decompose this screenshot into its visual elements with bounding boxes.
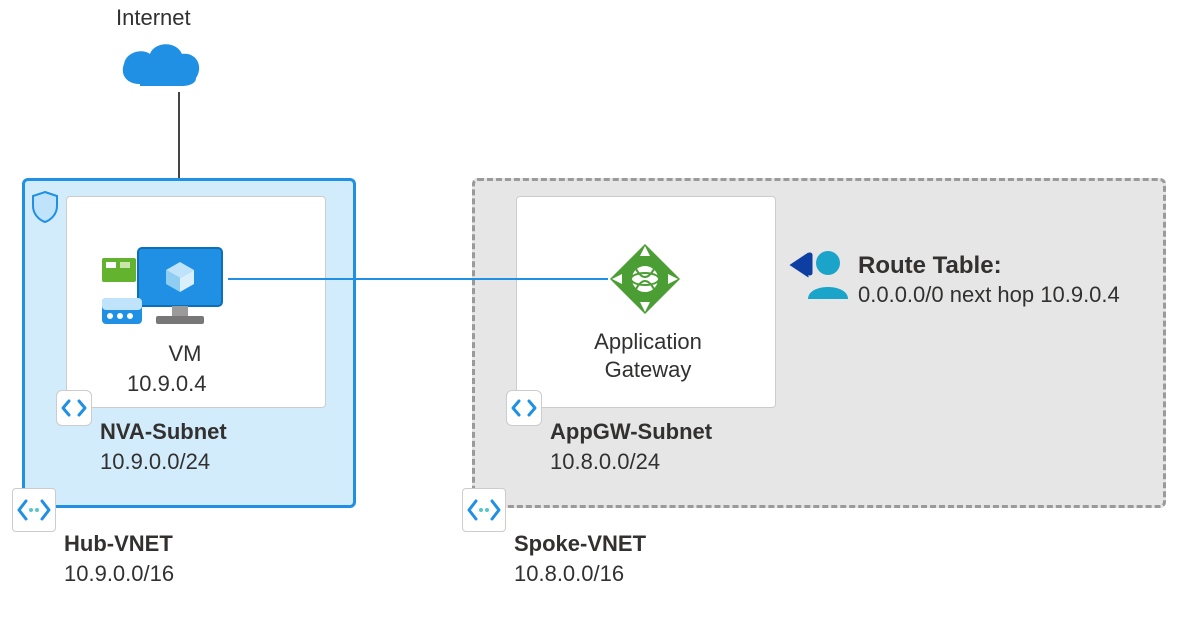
spoke-vnet-name: Spoke-VNET [514, 530, 646, 559]
spoke-vnet-icon [462, 488, 506, 532]
connector-vm-appgw [228, 278, 608, 280]
shield-icon [30, 190, 60, 224]
cloud-icon [116, 36, 206, 96]
spoke-subnet-icon [506, 390, 542, 426]
internet-label: Internet [116, 4, 191, 33]
vm-icon [102, 242, 232, 338]
hub-subnet-icon [56, 390, 92, 426]
spoke-subnet-cidr: 10.8.0.0/24 [550, 448, 660, 477]
app-gateway-icon [606, 240, 684, 318]
spoke-vnet-cidr: 10.8.0.0/16 [514, 560, 624, 589]
hub-subnet-cidr: 10.9.0.0/24 [100, 448, 210, 477]
hub-subnet-name: NVA-Subnet [100, 418, 227, 447]
vm-label: VM [155, 340, 215, 369]
hub-vnet-cidr: 10.9.0.0/16 [64, 560, 174, 589]
appgw-label-2: Gateway [588, 356, 708, 385]
route-table-rule: 0.0.0.0/0 next hop 10.9.0.4 [858, 282, 1120, 308]
vm-ip: 10.9.0.4 [127, 370, 207, 399]
hub-vnet-icon [12, 488, 56, 532]
route-table-icon [788, 243, 852, 307]
spoke-subnet-name: AppGW-Subnet [550, 418, 712, 447]
appgw-label-1: Application [588, 328, 708, 357]
hub-vnet-name: Hub-VNET [64, 530, 173, 559]
route-table-title: Route Table: [858, 250, 1002, 281]
